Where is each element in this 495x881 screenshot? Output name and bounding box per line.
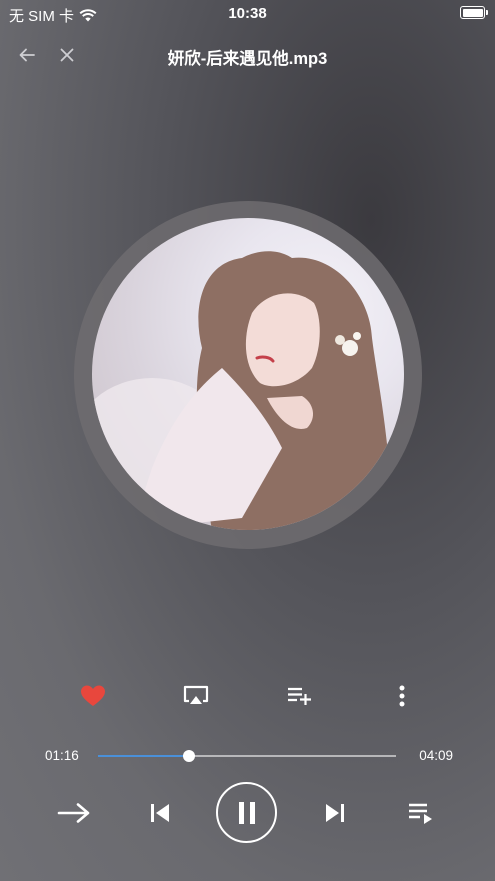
seek-bar[interactable] xyxy=(98,750,396,762)
arrow-right-icon xyxy=(57,803,90,823)
album-cover-image xyxy=(92,218,404,530)
seek-bar-progress xyxy=(98,755,189,757)
queue-button[interactable] xyxy=(400,790,440,836)
next-button[interactable] xyxy=(315,790,355,836)
status-time: 10:38 xyxy=(228,5,267,22)
skip-next-icon xyxy=(326,804,344,822)
status-bar: 无 SIM 卡 10:38 xyxy=(0,0,495,26)
favorite-button[interactable] xyxy=(76,679,110,713)
airplay-button[interactable] xyxy=(179,679,213,713)
album-portrait-illustration xyxy=(92,251,392,530)
pause-icon xyxy=(238,801,255,824)
play-pause-button[interactable] xyxy=(216,782,277,843)
current-time: 01:16 xyxy=(45,748,79,763)
airplay-icon xyxy=(183,685,209,704)
skip-previous-icon xyxy=(151,804,169,822)
seek-bar-thumb[interactable] xyxy=(182,750,195,762)
playlist-add-icon xyxy=(288,687,311,705)
total-time: 04:09 xyxy=(419,748,453,763)
progress-row: 01:16 04:09 xyxy=(0,742,495,770)
battery-fill xyxy=(462,8,483,17)
track-title: 妍欣-后来遇见他.mp3 xyxy=(167,50,328,68)
heart-icon xyxy=(81,685,105,706)
queue-music-icon xyxy=(409,803,432,824)
more-vertical-icon xyxy=(399,685,405,707)
nav-bar: 妍欣-后来遇见他.mp3 xyxy=(0,38,495,72)
play-mode-button[interactable] xyxy=(54,790,94,836)
add-to-playlist-button[interactable] xyxy=(282,679,316,713)
previous-button[interactable] xyxy=(140,790,180,836)
more-button[interactable] xyxy=(385,679,419,713)
battery-icon xyxy=(460,6,488,19)
